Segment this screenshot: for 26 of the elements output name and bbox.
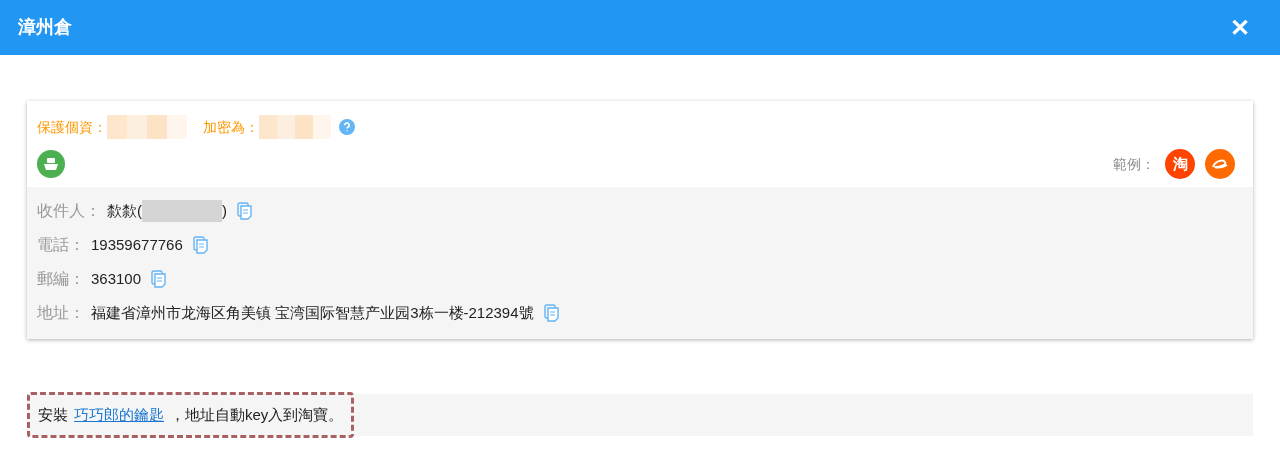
copy-icon[interactable] — [543, 304, 559, 322]
close-button[interactable]: ✕ — [1230, 9, 1250, 46]
field-value: 福建省漳州市龙海区角美镇 宝湾国际智慧产业园3栋一楼-212394號 — [91, 302, 534, 323]
window-title: 漳州倉 — [18, 16, 72, 39]
privacy-label: 保護個資： — [37, 117, 107, 137]
field-label: 地址： — [37, 303, 85, 323]
field-value: 歀歀( — [107, 200, 142, 221]
copy-icon[interactable] — [237, 202, 252, 220]
copy-icon[interactable] — [192, 236, 208, 254]
sample-label: 範例： — [1113, 154, 1155, 174]
field-label: 電話： — [37, 235, 85, 255]
redacted-block — [259, 115, 331, 139]
field-value: 19359677766 — [91, 234, 183, 255]
copy-icon[interactable] — [151, 270, 167, 288]
notice-text: 安裝 — [38, 404, 68, 425]
encrypt-label: 加密為： — [203, 117, 259, 137]
swirl-logo-icon[interactable] — [1205, 149, 1235, 179]
help-icon[interactable] — [339, 119, 355, 135]
field-label: 收件人： — [37, 201, 101, 221]
install-link[interactable]: 巧巧郎的鑰匙 — [74, 403, 164, 427]
ship-icon[interactable] — [37, 150, 65, 178]
taobao-button[interactable]: 淘 — [1165, 149, 1195, 179]
field-label: 郵編： — [37, 269, 85, 289]
notice-text: ，地址自動key入到淘寶。 — [170, 404, 344, 425]
field-value: 363100 — [91, 268, 142, 289]
field-value: ) — [222, 200, 227, 221]
